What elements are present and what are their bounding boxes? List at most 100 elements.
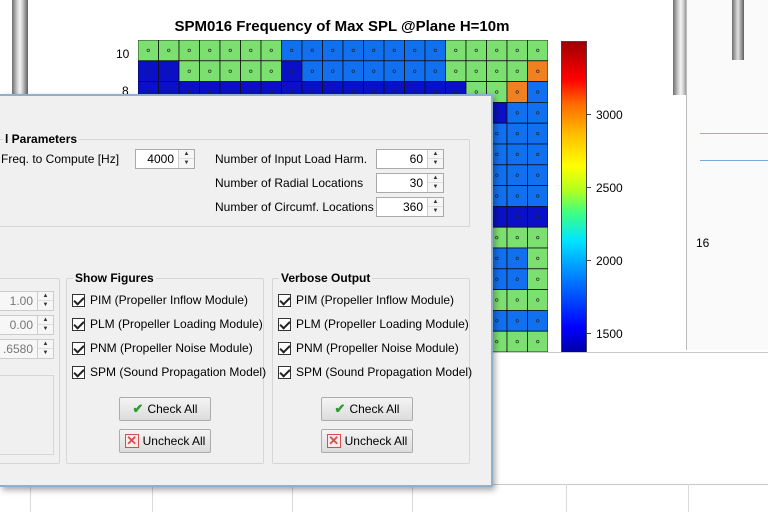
show-pim-checkbox[interactable]: PIM (Propeller Inflow Module) bbox=[72, 293, 248, 307]
heatmap-cell bbox=[506, 102, 528, 124]
heatmap-cell bbox=[138, 60, 159, 82]
heatmap-cell bbox=[527, 164, 548, 187]
show-spm-check-icon[interactable] bbox=[72, 365, 85, 379]
heatmap-cell bbox=[527, 102, 548, 124]
freq-spinner[interactable]: 4000 ▲ ▼ bbox=[135, 149, 195, 169]
general-parameters-group: l Parameters Freq. to Compute [Hz] 4000 … bbox=[0, 132, 470, 227]
heatmap-cell bbox=[506, 81, 528, 103]
show-spm-checkbox[interactable]: SPM (Sound Propagation Model) bbox=[72, 365, 266, 379]
show-pim-check-icon[interactable] bbox=[72, 293, 85, 307]
general-parameters-title: l Parameters bbox=[3, 132, 80, 146]
freq-up-icon[interactable]: ▲ bbox=[179, 150, 194, 159]
verbose-pim-check-icon[interactable] bbox=[278, 293, 291, 307]
heatmap-cell bbox=[465, 60, 487, 82]
heatmap-cell bbox=[506, 330, 528, 352]
option-value-3: .6580 bbox=[2, 342, 33, 356]
circumf-locations-up-icon[interactable]: ▲ bbox=[428, 198, 443, 207]
option-spinner-1[interactable]: 1.00 ▲ ▼ bbox=[0, 291, 54, 311]
show-plm-checkbox[interactable]: PLM (Propeller Loading Module) bbox=[72, 317, 263, 331]
input-load-harm-label: Number of Input Load Harm. bbox=[215, 152, 368, 166]
heatmap-cell bbox=[445, 60, 467, 82]
heatmap-cell bbox=[527, 330, 548, 352]
option-1-up-icon[interactable]: ▲ bbox=[38, 292, 53, 301]
heatmap-cell bbox=[527, 226, 548, 249]
verbose-pnm-checkbox[interactable]: PNM (Propeller Noise Module) bbox=[278, 341, 459, 355]
verbose-pim-checkbox[interactable]: PIM (Propeller Inflow Module) bbox=[278, 293, 454, 307]
heatmap-cell bbox=[506, 289, 528, 311]
heatmap-cell bbox=[363, 40, 385, 62]
radial-locations-value: 30 bbox=[409, 176, 423, 190]
circumf-locations-label: Number of Circumf. Locations bbox=[215, 200, 374, 214]
heatmap-cell bbox=[260, 60, 282, 82]
heatmap-cell bbox=[445, 40, 467, 62]
heatmap-cell bbox=[506, 164, 528, 187]
heatmap-cell bbox=[527, 247, 548, 270]
heatmap-cell bbox=[506, 60, 528, 82]
option-3-down-icon[interactable]: ▼ bbox=[38, 349, 53, 358]
heatmap-cell bbox=[158, 60, 180, 82]
heatmap-cell bbox=[281, 40, 303, 62]
heatmap-cell bbox=[527, 309, 548, 332]
circumf-locations-down-icon[interactable]: ▼ bbox=[428, 207, 443, 216]
freq-down-icon[interactable]: ▼ bbox=[179, 159, 194, 168]
verbose-spm-checkbox[interactable]: SPM (Sound Propagation Model) bbox=[278, 365, 472, 379]
input-load-harm-down-icon[interactable]: ▼ bbox=[428, 159, 443, 168]
option-2-down-icon[interactable]: ▼ bbox=[38, 325, 53, 334]
x-icon: ✕ bbox=[124, 433, 139, 448]
heatmap-cell bbox=[527, 185, 548, 207]
heatmap-cell bbox=[486, 40, 508, 62]
side-axis-label: 16 bbox=[696, 236, 710, 250]
option-value-1: 1.00 bbox=[9, 294, 33, 308]
heatmap-cell bbox=[527, 81, 548, 103]
show-check-all-button[interactable]: ✔ Check All bbox=[119, 397, 211, 421]
show-uncheck-all-button[interactable]: ✕ Uncheck All bbox=[119, 429, 211, 453]
heatmap-cell bbox=[138, 40, 159, 62]
input-load-harm-up-icon[interactable]: ▲ bbox=[428, 150, 443, 159]
heatmap-cell bbox=[527, 289, 548, 311]
figure-title: SPM016 Frequency of Max SPL @Plane H=10m bbox=[174, 18, 510, 35]
verbose-spm-check-icon[interactable] bbox=[278, 365, 291, 379]
option-1-down-icon[interactable]: ▼ bbox=[38, 301, 53, 310]
colorbar bbox=[561, 41, 587, 353]
heatmap-cell bbox=[383, 60, 405, 82]
heatmap-cell bbox=[178, 40, 200, 62]
heatmap-cell bbox=[506, 40, 528, 62]
option-panel bbox=[0, 375, 54, 455]
show-pnm-check-icon[interactable] bbox=[72, 341, 85, 355]
heatmap-cell bbox=[506, 122, 528, 145]
heatmap-cell bbox=[506, 309, 528, 332]
verbose-plm-check-icon[interactable] bbox=[278, 317, 291, 331]
option-spinner-3[interactable]: .6580 ▲ ▼ bbox=[0, 339, 54, 359]
option-spinner-2[interactable]: 0.00 ▲ ▼ bbox=[0, 315, 54, 335]
circumf-locations-spinner[interactable]: 360 ▲ ▼ bbox=[376, 197, 444, 217]
heatmap-cell bbox=[506, 226, 528, 249]
heatmap-cell bbox=[342, 60, 364, 82]
pole-right-b bbox=[732, 0, 744, 60]
heatmap-cell bbox=[342, 40, 364, 62]
heatmap-cell bbox=[506, 185, 528, 207]
show-pnm-checkbox[interactable]: PNM (Propeller Noise Module) bbox=[72, 341, 253, 355]
heatmap-cell bbox=[404, 60, 426, 82]
heatmap-cell bbox=[506, 143, 528, 166]
verbose-check-all-button[interactable]: ✔ Check All bbox=[321, 397, 413, 421]
heatmap-cell bbox=[527, 143, 548, 166]
colorbar-tick-2500: 2500 bbox=[596, 181, 623, 195]
verbose-plm-checkbox[interactable]: PLM (Propeller Loading Module) bbox=[278, 317, 469, 331]
radial-locations-up-icon[interactable]: ▲ bbox=[428, 174, 443, 183]
heatmap-cell bbox=[199, 40, 221, 62]
heatmap-cell bbox=[219, 40, 241, 62]
option-3-up-icon[interactable]: ▲ bbox=[38, 340, 53, 349]
heatmap-cell bbox=[506, 205, 528, 228]
radial-locations-spinner[interactable]: 30 ▲ ▼ bbox=[376, 173, 444, 193]
heatmap-cell bbox=[527, 205, 548, 228]
checkmark-icon: ✔ bbox=[334, 401, 346, 416]
verbose-uncheck-all-button[interactable]: ✕ Uncheck All bbox=[321, 429, 413, 453]
heatmap-cell bbox=[301, 60, 323, 82]
heatmap-cell bbox=[363, 60, 385, 82]
radial-locations-down-icon[interactable]: ▼ bbox=[428, 183, 443, 192]
verbose-pnm-check-icon[interactable] bbox=[278, 341, 291, 355]
show-figures-title: Show Figures bbox=[73, 271, 156, 285]
show-plm-check-icon[interactable] bbox=[72, 317, 85, 331]
option-2-up-icon[interactable]: ▲ bbox=[38, 316, 53, 325]
input-load-harm-spinner[interactable]: 60 ▲ ▼ bbox=[376, 149, 444, 169]
